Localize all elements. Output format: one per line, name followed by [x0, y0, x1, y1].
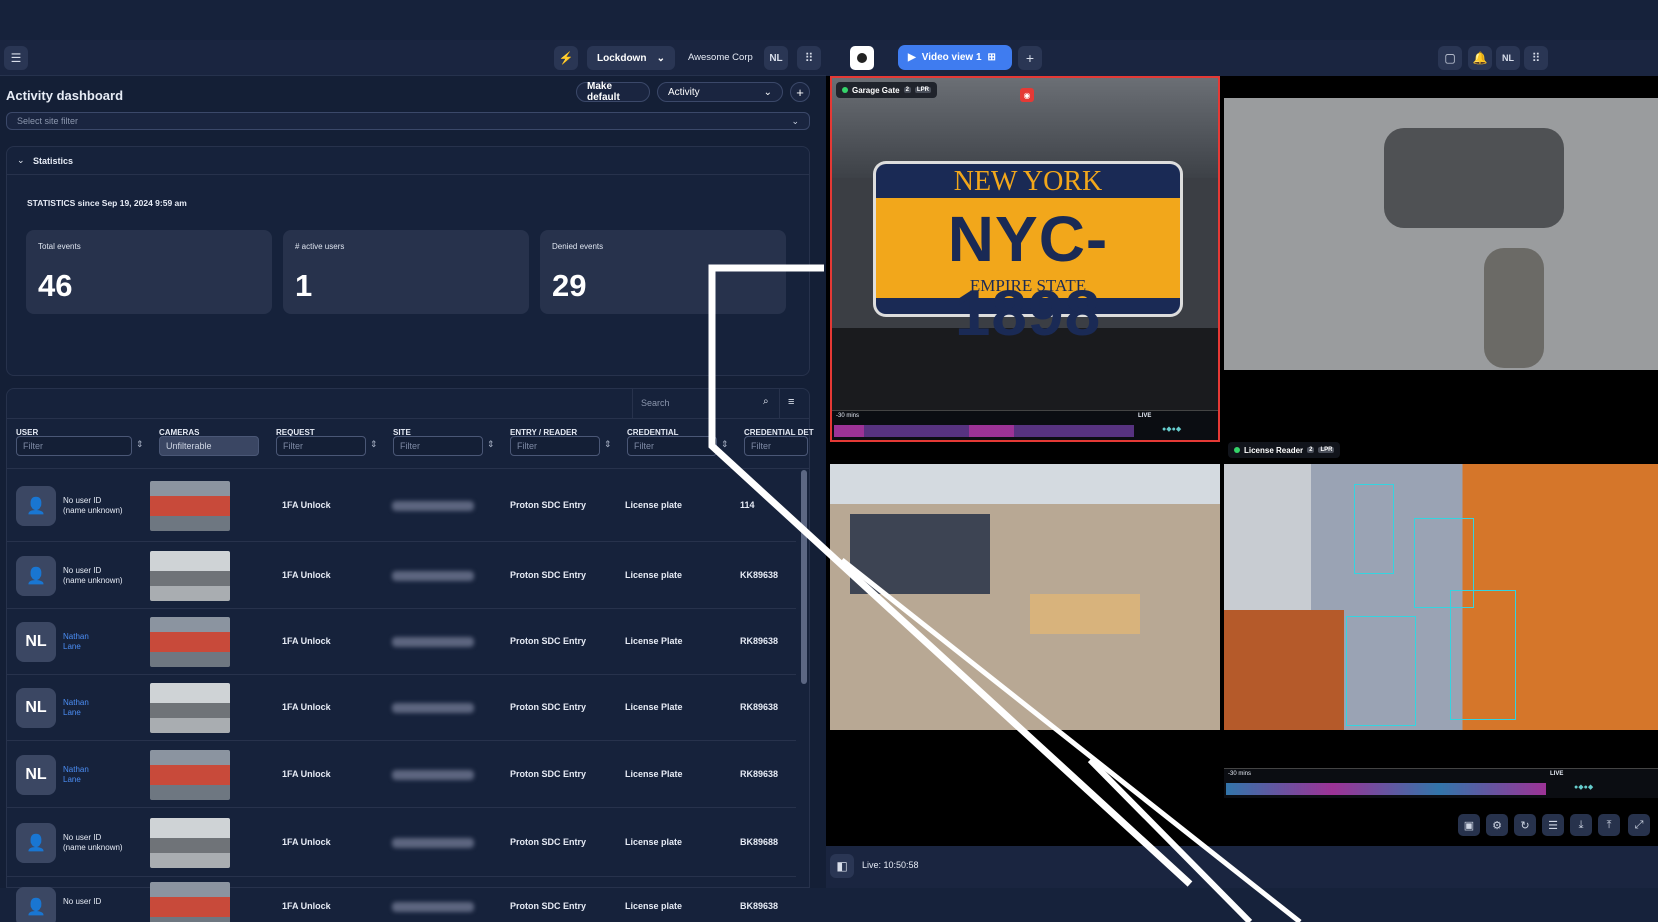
- decorative-lines: [708, 264, 1302, 922]
- overlay-line: [1087, 757, 1253, 922]
- overlay-line: [840, 558, 1302, 922]
- screen: ☰ ⚡ Lockdown ⌄ Awesome Corp NL ⠿ Activit…: [0, 0, 1658, 922]
